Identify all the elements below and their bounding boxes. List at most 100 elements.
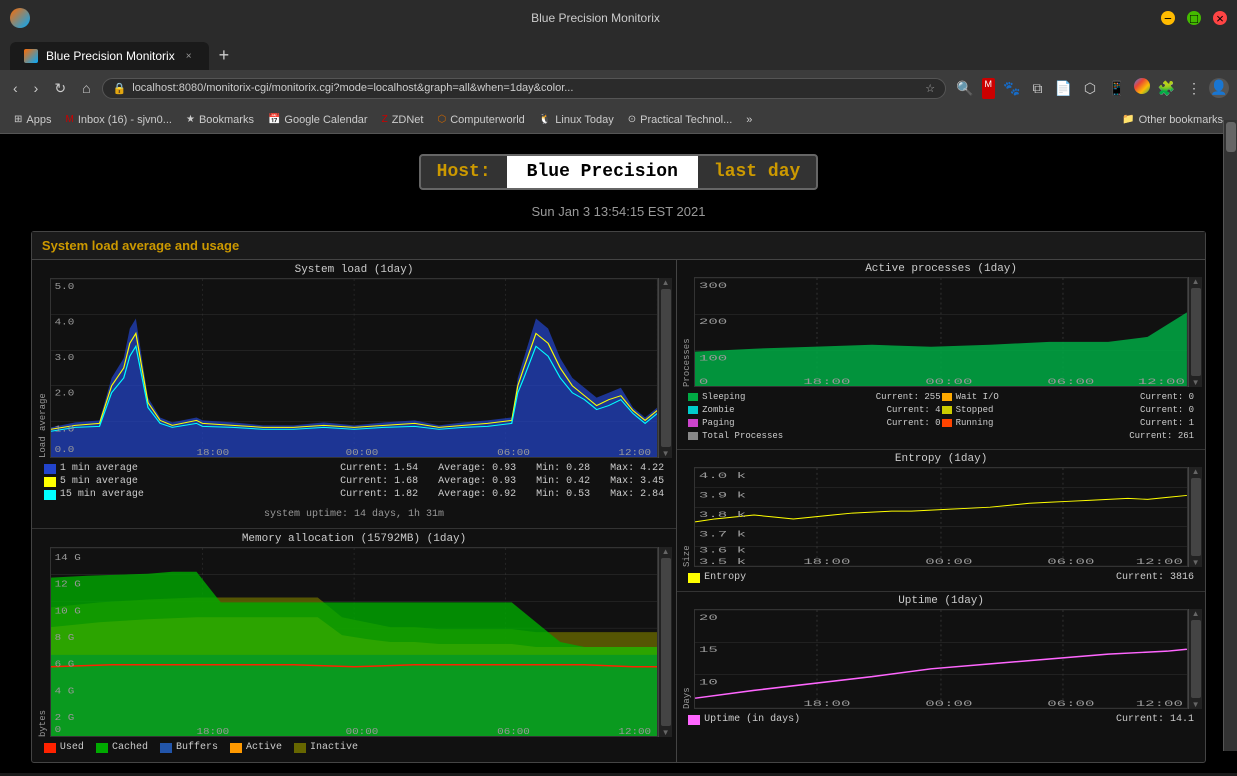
back-button[interactable]: ‹ xyxy=(8,78,23,98)
uptime-with-axis: Days xyxy=(680,609,1202,709)
entropy-scroll-up: ▲ xyxy=(1192,467,1200,476)
refresh-button[interactable]: ↻ xyxy=(49,78,71,99)
legend-color-running xyxy=(942,419,952,427)
bookmark-other-label: Other bookmarks xyxy=(1139,114,1223,126)
url-bar[interactable]: 🔒 localhost:8080/monitorix-cgi/monitorix… xyxy=(102,78,947,99)
proc-scroll-thumb xyxy=(1191,288,1201,376)
proc-scrollbar[interactable]: ▲ ▼ xyxy=(1188,277,1202,387)
legend-active: Active xyxy=(230,741,282,754)
forward-button[interactable]: › xyxy=(29,78,44,98)
memory-y-axis-label: bytes xyxy=(36,547,50,737)
legend-label-paging: Paging xyxy=(702,418,882,428)
legend-label-zombie: Zombie xyxy=(702,405,882,415)
svg-text:00:00: 00:00 xyxy=(925,378,972,387)
svg-text:3.7 k: 3.7 k xyxy=(699,530,746,539)
extension-icon2[interactable]: 📄 xyxy=(1050,78,1075,99)
gmail-bookmark-icon: M xyxy=(65,114,73,125)
entropy-chart-box: Entropy (1day) Size xyxy=(677,450,1205,592)
bookmark-more[interactable]: » xyxy=(740,112,758,128)
svg-text:0: 0 xyxy=(699,378,708,387)
extension-icon1[interactable]: 🐾 xyxy=(999,78,1024,99)
svg-text:3.6 k: 3.6 k xyxy=(699,546,746,555)
legend-current-1min: Current: 1.54 xyxy=(340,463,418,474)
svg-text:200: 200 xyxy=(699,318,727,327)
bookmark-practical[interactable]: ⊙ Practical Technol... xyxy=(622,112,739,128)
search-icon[interactable]: 🔍 xyxy=(952,78,977,99)
bookmark-linux-today[interactable]: 🐧 Linux Today xyxy=(533,112,620,128)
gmail-icon[interactable]: M xyxy=(982,78,996,99)
load-legend: 1 min average Current: 1.54 Average: 0.9… xyxy=(36,458,672,505)
home-button[interactable]: ⌂ xyxy=(77,78,95,98)
svg-text:00:00: 00:00 xyxy=(346,448,379,458)
close-button[interactable]: × xyxy=(1213,11,1227,25)
bookmark-gcal[interactable]: 📅 Google Calendar xyxy=(262,112,374,128)
uptime-chart-box: Uptime (1day) Days xyxy=(677,592,1205,733)
gcal-icon: 📅 xyxy=(268,114,280,125)
extensions-icon[interactable]: 🧩 xyxy=(1154,78,1179,99)
svg-text:4.0: 4.0 xyxy=(55,317,75,327)
bookmark-star-icon[interactable]: ☆ xyxy=(925,82,935,95)
legend-label-sleeping: Sleeping xyxy=(702,392,872,402)
pocket-icon[interactable]: ⬡ xyxy=(1080,78,1100,99)
entropy-scrollbar[interactable]: ▲ ▼ xyxy=(1188,467,1202,567)
uptime-scrollbar[interactable]: ▲ ▼ xyxy=(1188,609,1202,709)
section-container: System load average and usage System loa… xyxy=(31,231,1206,763)
bookmark-lt-label: Linux Today xyxy=(555,114,614,126)
load-chart-scrollbar[interactable]: ▲ ▼ xyxy=(658,278,672,458)
legend-sleeping: Sleeping Current: 255 xyxy=(688,391,940,403)
legend-inactive: Inactive xyxy=(294,741,358,754)
url-text: localhost:8080/monitorix-cgi/monitorix.c… xyxy=(132,82,919,94)
legend-min-1min: Min: 0.28 xyxy=(536,463,590,474)
svg-text:18:00: 18:00 xyxy=(803,700,850,709)
legend-paging: Paging Current: 0 xyxy=(688,417,940,429)
svg-text:18:00: 18:00 xyxy=(196,448,229,458)
memory-chart-scrollbar[interactable]: ▲ ▼ xyxy=(658,547,672,737)
maximize-button[interactable]: □ xyxy=(1187,11,1201,25)
system-load-title: System load (1day) xyxy=(36,264,672,276)
tab-close-button[interactable]: × xyxy=(183,50,195,63)
legend-avg-1min: Average: 0.93 xyxy=(438,463,516,474)
bookmark-cw[interactable]: ⬡ Computerworld xyxy=(431,112,530,128)
proc-chart-svg: 300 200 100 0 18:00 00:00 06:00 12:00 xyxy=(694,277,1188,387)
bookmark-zdnet[interactable]: Z ZDNet xyxy=(376,112,430,128)
scroll-thumb xyxy=(661,289,671,447)
browser-chrome: Blue Precision Monitorix − □ × Blue Prec… xyxy=(0,0,1237,134)
svg-text:06:00: 06:00 xyxy=(1047,700,1094,709)
bookmark-other[interactable]: 📁 Other bookmarks xyxy=(1116,112,1229,128)
legend-color-sleeping xyxy=(688,393,698,401)
svg-text:06:00: 06:00 xyxy=(1047,558,1094,567)
memory-scroll-down: ▼ xyxy=(662,728,670,737)
page-scrollbar[interactable] xyxy=(1223,120,1237,751)
memory-chart-svg: 14 G 12 G 10 G 8 G 6 G 4 G 2 G 0 18:00 xyxy=(50,547,658,737)
svg-text:20: 20 xyxy=(699,613,718,622)
legend-color-stopped xyxy=(942,406,952,414)
legend-label-active: Active xyxy=(246,742,282,753)
bookmark-inbox[interactable]: M Inbox (16) - sjvn0... xyxy=(59,112,178,128)
minimize-button[interactable]: − xyxy=(1161,11,1175,25)
system-load-chart-box: System load (1day) Load average xyxy=(32,260,676,529)
active-proc-title: Active processes (1day) xyxy=(680,263,1202,275)
copy-icon[interactable]: ⧉ xyxy=(1028,78,1046,99)
legend-used: Used xyxy=(44,741,84,754)
profile-icon[interactable]: 👤 xyxy=(1209,78,1229,98)
page-scroll-thumb[interactable] xyxy=(1226,122,1236,152)
active-tab[interactable]: Blue Precision Monitorix × xyxy=(10,42,209,70)
svg-text:0.0: 0.0 xyxy=(55,445,75,455)
bookmark-apps[interactable]: ⊞ Apps xyxy=(8,112,57,128)
menu-icon[interactable]: ⋮ xyxy=(1183,78,1205,99)
svg-text:00:00: 00:00 xyxy=(925,558,972,567)
chrome-icon[interactable] xyxy=(1134,78,1150,94)
svg-text:2.0: 2.0 xyxy=(55,389,75,399)
extension-icon3[interactable]: 📱 xyxy=(1104,78,1129,99)
title-bar-left xyxy=(10,8,30,28)
svg-text:10: 10 xyxy=(699,678,718,687)
uptime-legend: Uptime (in days) Current: 14.1 xyxy=(680,709,1202,730)
new-tab-button[interactable]: + xyxy=(211,41,238,70)
linux-today-icon: 🐧 xyxy=(539,114,551,125)
host-period: last day xyxy=(698,156,816,188)
load-chart-container: 5.0 4.0 3.0 2.0 1.0 0.0 18:00 00:00 06:0… xyxy=(50,278,658,458)
folder-icon: 📁 xyxy=(1122,114,1134,125)
legend-current-stopped: Current: 0 xyxy=(1140,405,1194,415)
bookmark-bookmarks[interactable]: ★ Bookmarks xyxy=(180,112,260,128)
memory-scroll-thumb xyxy=(661,558,671,726)
